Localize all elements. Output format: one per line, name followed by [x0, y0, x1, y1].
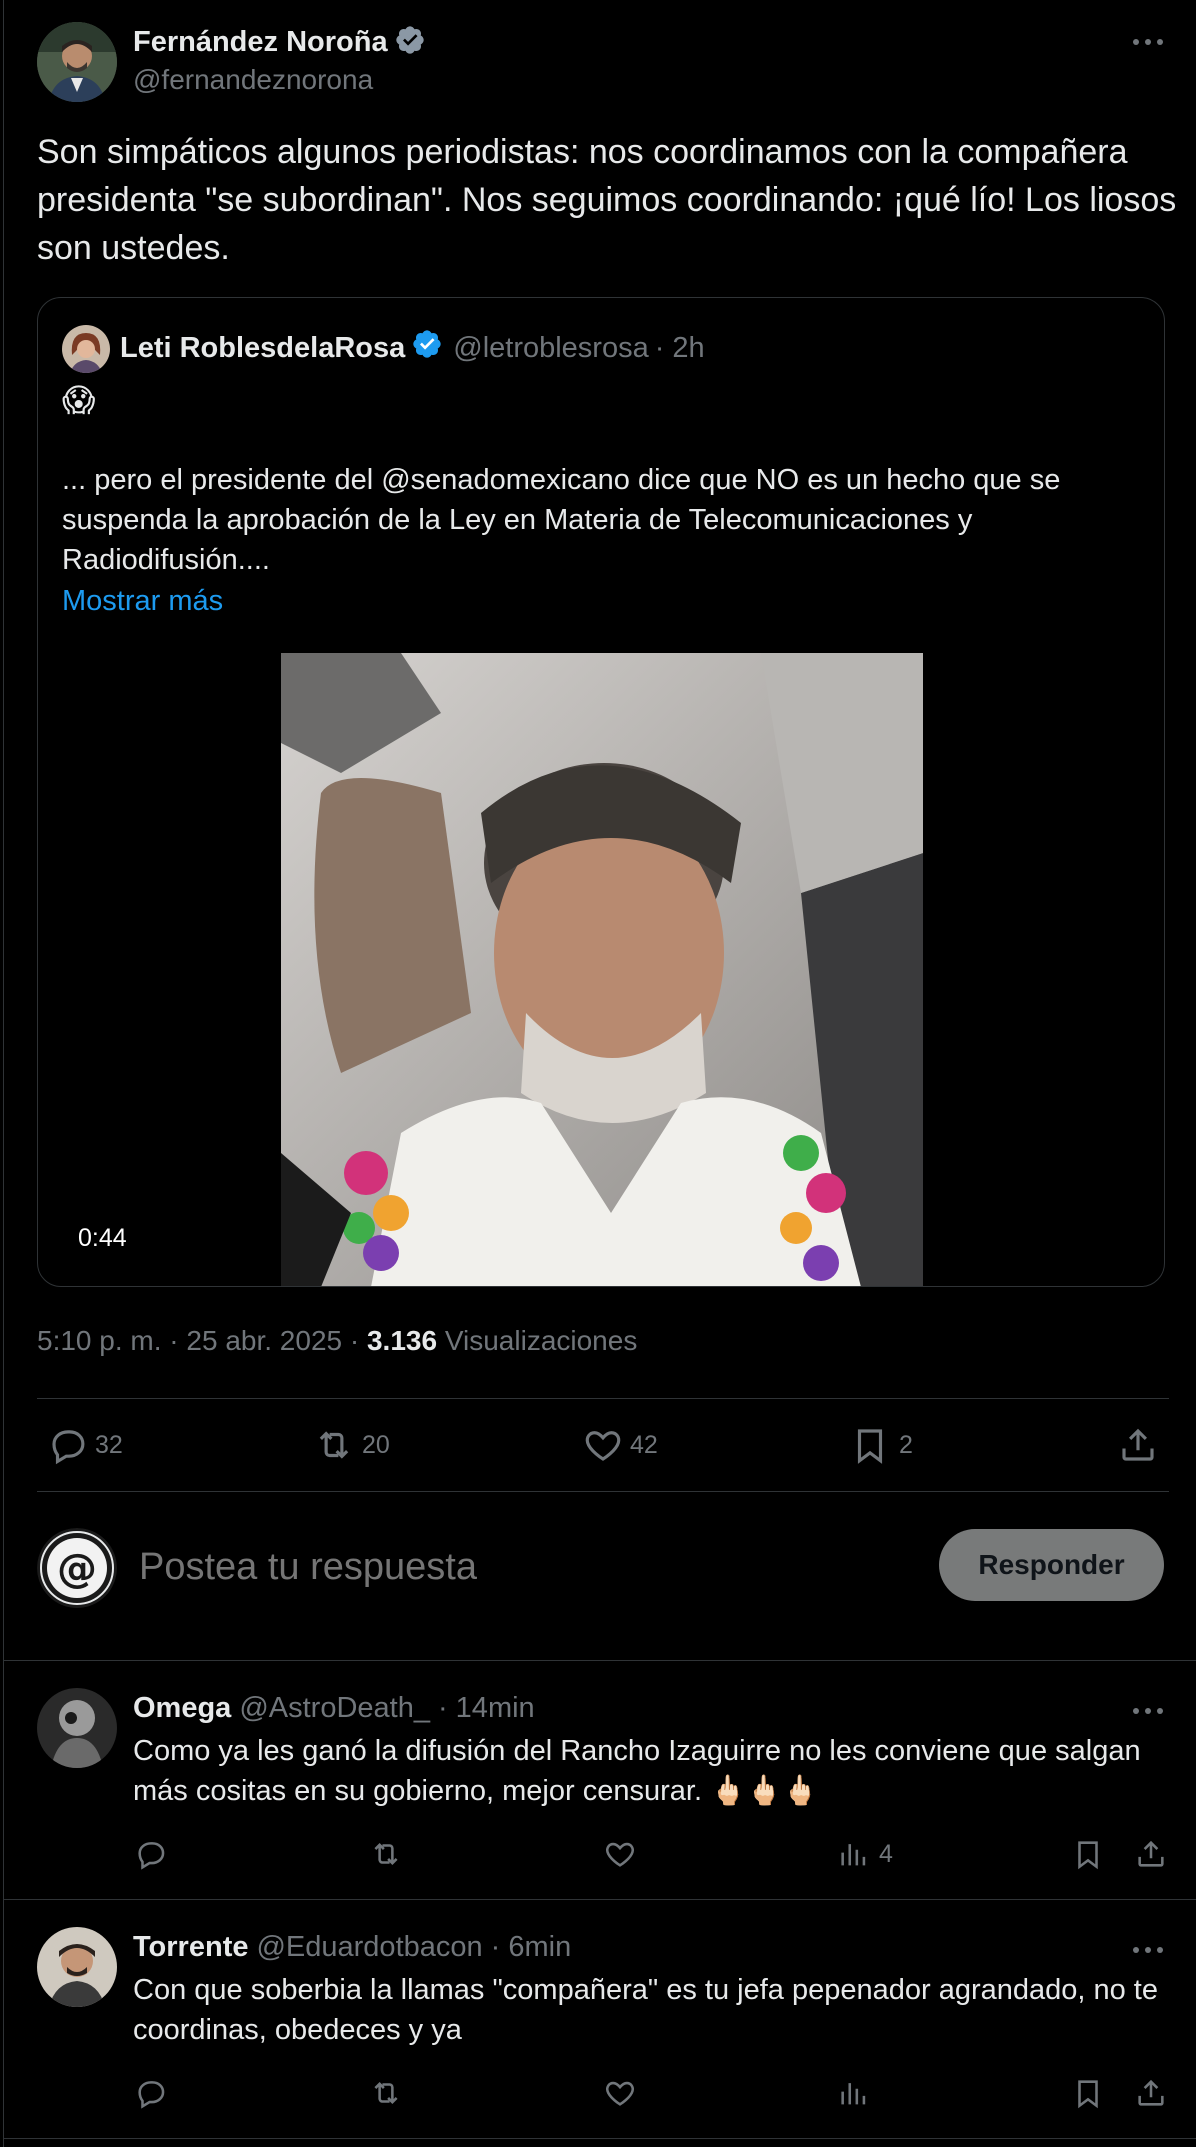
reply-button-label: Responder [978, 1549, 1125, 1580]
bookmark-count: 2 [899, 1430, 913, 1459]
reply-icon [47, 1424, 89, 1466]
reply-text: Con que soberbia la llamas "compañera" e… [133, 1974, 1158, 2046]
show-more-link[interactable]: Mostrar más [62, 581, 223, 621]
reply-avatar[interactable] [37, 1688, 117, 1768]
quoted-post-card[interactable]: Leti RoblesdelaRosa @letroblesrosa · 2h … [37, 297, 1165, 1287]
reply-item[interactable]: Torrente @Eduardotbacon · 6min Con que s… [0, 1900, 1196, 2138]
reply-handle[interactable]: @Eduardotbacon [256, 1931, 482, 1964]
author-display-name[interactable]: Fernández Noroña [133, 26, 388, 59]
share-icon[interactable] [1117, 1424, 1159, 1466]
bookmark-icon[interactable] [1071, 1837, 1105, 1871]
video-thumbnail[interactable] [281, 653, 923, 1286]
views-action[interactable] [837, 2076, 879, 2110]
divider [37, 1398, 1169, 1399]
reply-item[interactable]: Omega @AstroDeath_ · 14min Como ya les g… [0, 1661, 1196, 1899]
reply-button[interactable]: Responder [939, 1529, 1164, 1601]
more-options-icon[interactable] [1130, 30, 1166, 54]
quoted-author-avatar [62, 325, 110, 373]
reply-header: Torrente @Eduardotbacon · 6min [133, 1928, 571, 1966]
repost-icon[interactable] [368, 2076, 404, 2110]
reply-text: Como ya les ganó la difusión del Rancho … [133, 1735, 1141, 1807]
reply-avatar[interactable] [37, 1927, 117, 2007]
reply-display-name[interactable]: Torrente [133, 1931, 248, 1964]
verified-badge-icon [411, 328, 443, 368]
divider [37, 1491, 1169, 1492]
heart-icon[interactable] [603, 2076, 637, 2110]
tweet-detail-view: Fernández Noroña @fernandeznorona Son si… [0, 0, 1196, 2147]
views-count: 3.136 [366, 1325, 438, 1356]
more-options-icon[interactable] [1130, 1938, 1166, 1962]
reply-icon[interactable] [134, 1837, 168, 1871]
author-name-row: Fernández Noroña [133, 24, 426, 60]
reply-display-name[interactable]: Omega [133, 1692, 231, 1725]
current-user-avatar[interactable]: @ [37, 1528, 117, 1608]
reply-input[interactable] [137, 1538, 921, 1596]
author-handle[interactable]: @fernandeznorona [133, 64, 373, 96]
post-meta: 5:10 p. m. · 25 abr. 2025 · 3.136 Visual… [37, 1325, 637, 1357]
heart-icon[interactable] [603, 1837, 637, 1871]
reply-action[interactable]: 32 [47, 1424, 123, 1466]
reply-count: 32 [95, 1430, 123, 1459]
svg-text:@: @ [57, 1546, 97, 1592]
reply-header: Omega @AstroDeath_ · 14min [133, 1689, 535, 1727]
verified-badge-icon[interactable] [394, 24, 426, 61]
more-options-icon[interactable] [1130, 1699, 1166, 1723]
quoted-emoji: 😱 [62, 382, 96, 418]
post-text: Son simpáticos algunos periodistas: nos … [37, 133, 1177, 267]
repost-icon[interactable] [368, 1837, 404, 1871]
like-count: 42 [630, 1430, 658, 1459]
analytics-icon [837, 2076, 871, 2110]
divider [4, 2138, 1196, 2139]
share-icon[interactable] [1134, 1837, 1168, 1871]
reply-handle[interactable]: @AstroDeath_ [239, 1692, 430, 1725]
bookmark-icon[interactable] [1071, 2076, 1105, 2110]
views-count: 4 [879, 1839, 893, 1868]
repost-count: 20 [362, 1430, 390, 1459]
heart-icon [582, 1424, 624, 1466]
views-action[interactable]: 4 [837, 1837, 893, 1871]
analytics-icon [837, 1837, 871, 1871]
reply-time[interactable]: · 14min [438, 1692, 535, 1725]
bookmark-action[interactable]: 2 [849, 1424, 913, 1466]
repost-icon [312, 1424, 356, 1466]
video-duration: 0:44 [78, 1224, 127, 1252]
reply-time[interactable]: · 6min [491, 1931, 572, 1964]
like-action[interactable]: 42 [582, 1424, 658, 1466]
post-timestamp[interactable]: 5:10 p. m. · 25 abr. 2025 · [37, 1325, 367, 1356]
author-avatar[interactable] [37, 22, 117, 102]
views-label: Visualizaciones [444, 1325, 638, 1356]
quoted-text: ... pero el presidente del @senadomexica… [62, 464, 1061, 576]
quoted-header: Leti RoblesdelaRosa @letroblesrosa · 2h [120, 328, 705, 368]
quoted-handle: @letroblesrosa [453, 331, 649, 364]
bookmark-icon [849, 1424, 891, 1466]
quoted-time: · 2h [654, 331, 705, 364]
repost-action[interactable]: 20 [312, 1424, 390, 1466]
share-icon[interactable] [1134, 2076, 1168, 2110]
reply-icon[interactable] [134, 2076, 168, 2110]
quoted-display-name: Leti RoblesdelaRosa [120, 331, 406, 364]
